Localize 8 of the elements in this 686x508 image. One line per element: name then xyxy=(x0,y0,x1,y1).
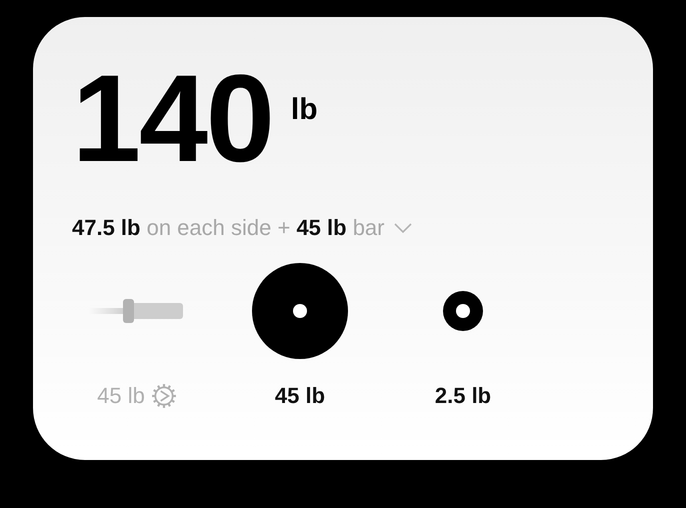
plate-icon[interactable] xyxy=(252,263,348,359)
weight-label: 45 lb xyxy=(274,383,326,409)
weight-unit: lb xyxy=(290,93,318,127)
plate-icon[interactable] xyxy=(443,291,483,331)
weight-label: 2.5 lb xyxy=(434,383,492,409)
weight-label: 45 lb xyxy=(97,383,145,409)
total-weight: 140 xyxy=(72,57,273,181)
plate-summary: 47.5 lb on each side + 45 lb bar xyxy=(72,215,384,241)
